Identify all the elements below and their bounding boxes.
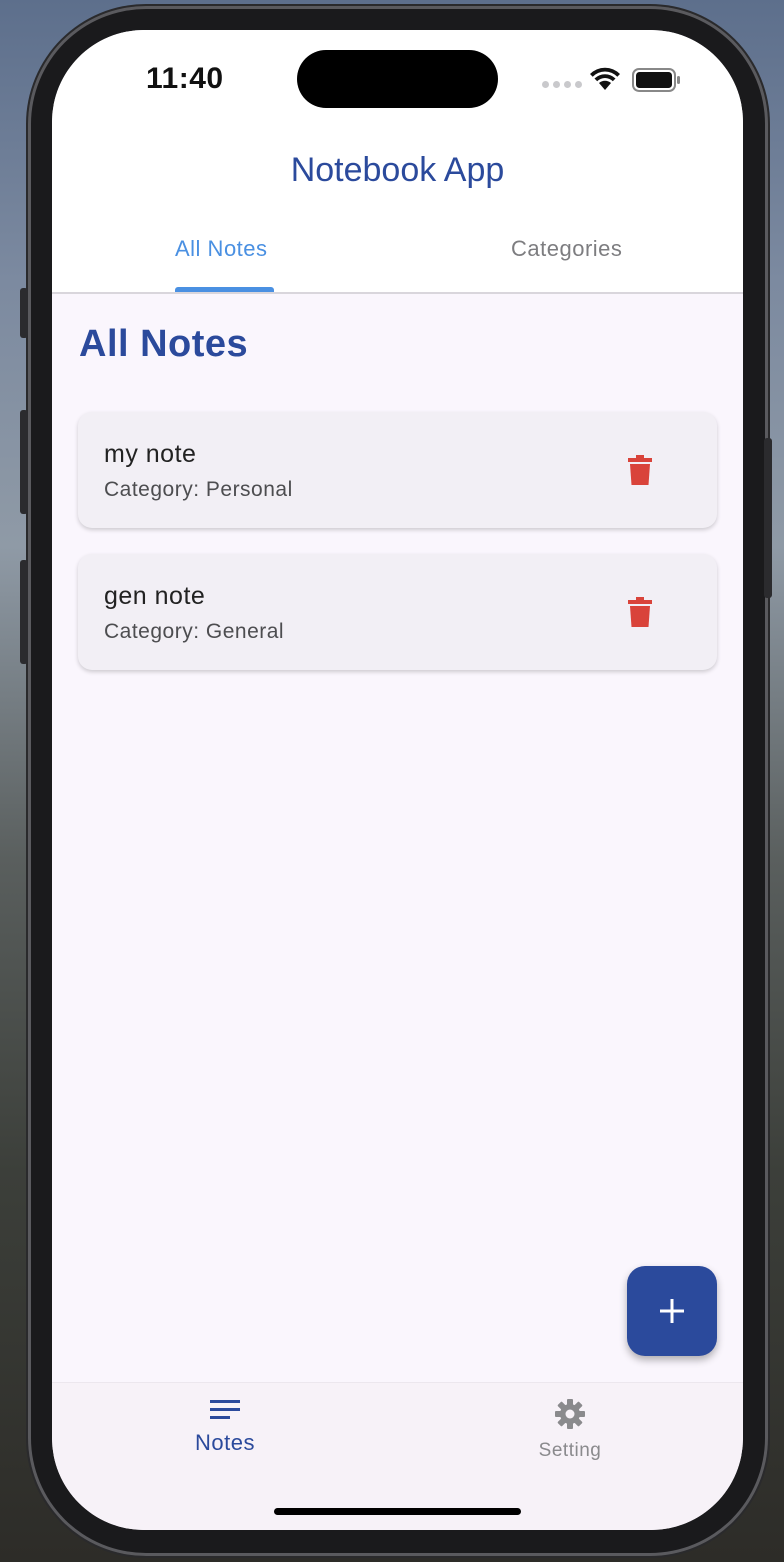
nav-item-notes[interactable]: Notes (145, 1397, 305, 1456)
action-button (20, 288, 28, 338)
status-bar: 11:40 (52, 30, 743, 140)
note-category: Category: Personal (104, 478, 293, 501)
status-time: 11:40 (146, 62, 224, 95)
cellular-signal-icon (542, 81, 582, 88)
note-title: my note (104, 440, 197, 468)
notes-lines-icon (210, 1400, 240, 1419)
volume-down-button (20, 560, 28, 664)
home-indicator[interactable] (274, 1508, 521, 1515)
note-title: gen note (104, 582, 206, 610)
add-note-button[interactable] (627, 1266, 717, 1356)
tab-categories[interactable]: Categories (511, 236, 622, 262)
nav-item-label: Setting (538, 1440, 602, 1461)
note-category: Category: General (104, 620, 285, 643)
dynamic-island (297, 50, 498, 108)
app-title: Notebook App (290, 151, 505, 189)
power-button (764, 438, 772, 598)
gear-icon (555, 1399, 585, 1429)
tab-all-notes[interactable]: All Notes (175, 236, 268, 262)
app-bar: Notebook App All Notes Categories (52, 140, 743, 294)
note-card[interactable]: my note Category: Personal (78, 412, 717, 528)
nav-item-setting[interactable]: Setting (490, 1397, 650, 1462)
delete-note-button[interactable] (622, 450, 658, 490)
trash-icon (628, 597, 652, 627)
page-heading: All Notes (79, 323, 249, 365)
volume-up-button (20, 410, 28, 514)
note-card[interactable]: gen note Category: General (78, 554, 717, 670)
battery-icon (632, 68, 680, 92)
plus-icon (660, 1299, 684, 1323)
delete-note-button[interactable] (622, 592, 658, 632)
tab-indicator (175, 287, 274, 292)
trash-icon (628, 455, 652, 485)
nav-item-label: Notes (195, 1430, 255, 1455)
wifi-icon (590, 67, 620, 90)
app-screen: 11:40 Notebook App All Notes Categories … (52, 30, 743, 1530)
